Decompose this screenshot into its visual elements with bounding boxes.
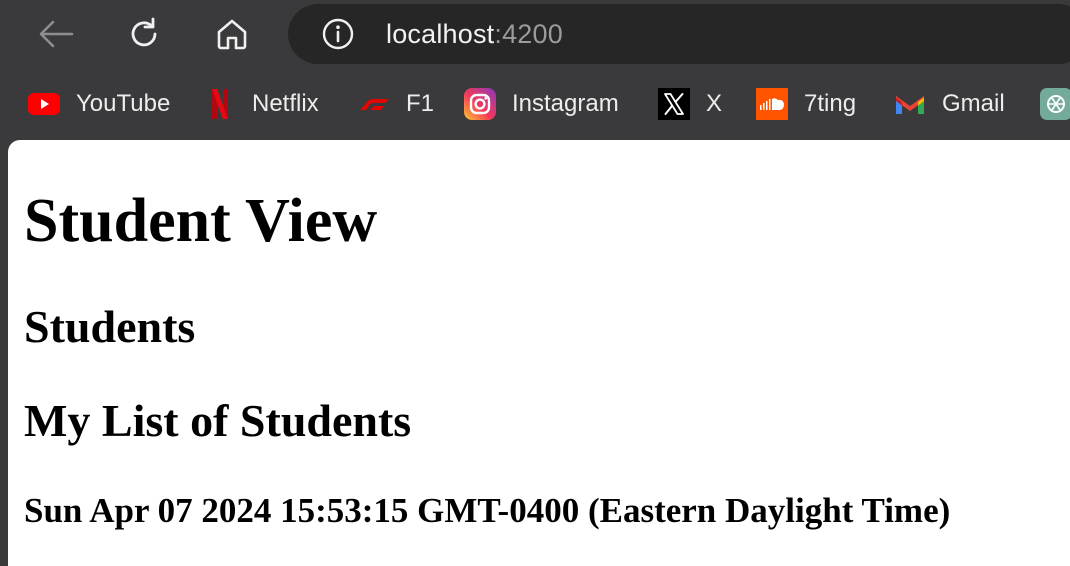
page-content: Student View Students My List of Student… — [8, 140, 1070, 566]
bookmarks-bar: YouTube Netflix F1 Instagram X 7ting Gma… — [0, 80, 1070, 128]
list-heading: My List of Students — [24, 395, 412, 446]
instagram-icon — [464, 88, 496, 120]
x-icon — [658, 88, 690, 120]
reload-icon — [126, 16, 162, 52]
bookmark-label: Instagram — [512, 90, 619, 117]
bookmark-chatgpt[interactable] — [1040, 88, 1070, 120]
bookmark-netflix[interactable]: Netflix — [204, 88, 319, 120]
bookmark-f1[interactable]: F1 — [358, 88, 434, 120]
bookmark-7ting[interactable]: 7ting — [756, 88, 856, 120]
bookmark-label: X — [706, 90, 723, 117]
home-icon — [214, 17, 250, 51]
youtube-icon — [28, 88, 60, 120]
address-bar[interactable]: localhost:4200 — [288, 4, 1070, 64]
url-port: :4200 — [494, 19, 563, 49]
section-heading: Students — [24, 301, 196, 352]
reload-button[interactable] — [124, 14, 164, 54]
back-button[interactable] — [36, 14, 76, 54]
browser-window: localhost:4200 YouTube Netflix F1 Instag… — [0, 0, 1070, 566]
bookmark-label: 7ting — [804, 90, 857, 117]
bookmark-label: Netflix — [252, 90, 319, 117]
browser-toolbar: localhost:4200 — [0, 0, 1070, 70]
chatgpt-icon — [1040, 88, 1070, 120]
bookmark-instagram[interactable]: Instagram — [464, 88, 619, 120]
date-text: Sun Apr 07 2024 15:53:15 GMT-0400 (Easte… — [24, 491, 951, 530]
f1-icon — [358, 88, 390, 120]
page-title: Student View — [24, 187, 378, 255]
bookmark-youtube[interactable]: YouTube — [28, 88, 170, 120]
bookmark-label: Gmail — [942, 90, 1005, 117]
home-button[interactable] — [212, 14, 252, 54]
bookmark-gmail[interactable]: Gmail — [894, 88, 1005, 120]
soundcloud-icon — [756, 88, 788, 120]
bookmark-label: YouTube — [76, 90, 171, 117]
bookmark-label: F1 — [406, 90, 435, 117]
gmail-icon — [894, 88, 926, 120]
info-icon[interactable] — [322, 18, 354, 50]
url-host: localhost — [386, 19, 495, 49]
back-arrow-icon — [38, 19, 74, 49]
netflix-icon — [204, 88, 236, 120]
bookmark-x[interactable]: X — [658, 88, 722, 120]
url-text[interactable]: localhost:4200 — [386, 18, 563, 50]
